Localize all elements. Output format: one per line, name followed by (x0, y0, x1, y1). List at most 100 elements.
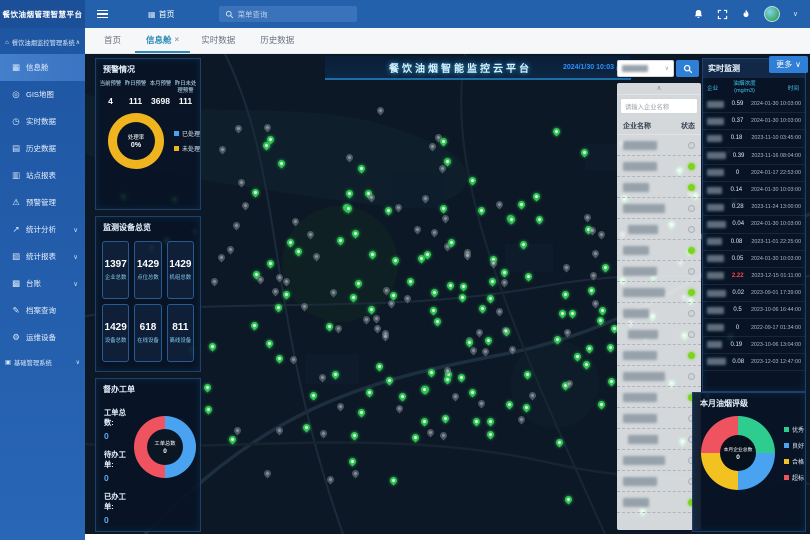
tab-close-icon[interactable]: × (175, 35, 180, 44)
map-marker-online[interactable] (521, 403, 531, 413)
map-marker-online[interactable] (587, 286, 597, 296)
map-marker-online[interactable] (488, 276, 498, 286)
map-marker-offline[interactable] (256, 275, 266, 285)
map-marker-offline[interactable] (209, 276, 219, 286)
map-marker-offline[interactable] (477, 398, 487, 408)
sidebar-item[interactable]: ▦ 信息舱 (0, 54, 85, 81)
collapse-arrow-icon[interactable]: ∧ (617, 83, 701, 95)
sidebar-item[interactable]: ⚙ 运维设备 (0, 324, 85, 351)
map-marker-offline[interactable] (233, 426, 243, 436)
map-marker-online[interactable] (517, 199, 527, 209)
realtime-row[interactable]: 0.14 2024-01-30 10:03:00 (703, 182, 805, 199)
realtime-row[interactable]: 0.19 2023-10-06 13:04:00 (703, 337, 805, 354)
map-marker-online[interactable] (507, 214, 517, 224)
sidebar-item[interactable]: ✎ 档案查询 (0, 297, 85, 324)
map-marker-offline[interactable] (289, 354, 299, 364)
sidebar-item[interactable]: ▧ 统计报表 ∨ (0, 243, 85, 270)
map-marker-offline[interactable] (236, 177, 246, 187)
map-marker-offline[interactable] (312, 252, 322, 262)
sidebar-section-base-system[interactable]: ▣ 基础管理系统 ∨ (0, 351, 85, 374)
map-marker-offline[interactable] (233, 124, 243, 134)
map-marker-online[interactable] (597, 306, 607, 316)
map-marker-offline[interactable] (528, 391, 538, 401)
map-marker-online[interactable] (429, 288, 439, 298)
map-marker-online[interactable] (367, 250, 377, 260)
user-avatar[interactable] (764, 6, 780, 22)
device-stat-box[interactable]: 1429 设备总数 (102, 304, 129, 362)
map-marker-offline[interactable] (372, 313, 382, 323)
map-marker-offline[interactable] (402, 294, 412, 304)
company-row[interactable] (617, 492, 701, 513)
map-marker-online[interactable] (427, 367, 437, 377)
map-marker-online[interactable] (324, 322, 334, 332)
map-marker-offline[interactable] (281, 277, 291, 287)
map-marker-online[interactable] (308, 391, 318, 401)
map-marker-offline[interactable] (318, 372, 328, 382)
map-marker-offline[interactable] (591, 298, 601, 308)
company-row[interactable] (617, 261, 701, 282)
realtime-row[interactable]: 0.5 2023-10-06 16:44:00 (703, 302, 805, 319)
map-marker-offline[interactable] (241, 201, 251, 211)
map-marker-offline[interactable] (394, 403, 404, 413)
map-marker-online[interactable] (293, 247, 303, 257)
company-row[interactable] (617, 408, 701, 429)
map-marker-online[interactable] (477, 205, 487, 215)
map-marker-online[interactable] (385, 375, 395, 385)
breadcrumb[interactable]: ▦ 首页 (148, 9, 175, 20)
map-marker-online[interactable] (203, 382, 213, 392)
map-marker-online[interactable] (249, 321, 259, 331)
company-select-dropdown[interactable]: ∨ (617, 60, 674, 77)
sidebar-item[interactable]: ◷ 实时数据 (0, 108, 85, 135)
realtime-row[interactable]: 0.37 2024-01-30 10:03:00 (703, 113, 805, 130)
map-marker-offline[interactable] (563, 327, 573, 337)
sidebar-item[interactable]: ▤ 历史数据 (0, 135, 85, 162)
company-row[interactable] (617, 345, 701, 366)
map-marker-offline[interactable] (588, 271, 598, 281)
map-marker-online[interactable] (563, 495, 573, 505)
map-marker-online[interactable] (432, 317, 442, 327)
map-marker-online[interactable] (600, 263, 610, 273)
map-marker-online[interactable] (428, 306, 438, 316)
realtime-row[interactable]: 0.04 2024-01-30 10:03:00 (703, 216, 805, 233)
map-marker-online[interactable] (457, 373, 467, 383)
map-marker-online[interactable] (286, 237, 296, 247)
map-marker-online[interactable] (596, 316, 606, 326)
sidebar-item[interactable]: ▥ 站点报表 (0, 162, 85, 189)
device-stat-box[interactable]: 1397 企业总数 (102, 241, 129, 299)
map-marker-online[interactable] (398, 391, 408, 401)
map-marker-online[interactable] (384, 205, 394, 215)
company-row[interactable] (617, 303, 701, 324)
device-stat-box[interactable]: 618 在线设备 (134, 304, 161, 362)
map-marker-offline[interactable] (263, 123, 273, 133)
sidebar-item[interactable]: ⚠ 预警管理 (0, 189, 85, 216)
realtime-row[interactable]: 0.18 2023-11-10 03:45:00 (703, 130, 805, 147)
company-row[interactable] (617, 471, 701, 492)
map-marker-offline[interactable] (429, 227, 439, 237)
map-marker-offline[interactable] (440, 214, 450, 224)
more-button[interactable]: 更多 ∨ (769, 56, 808, 73)
map-marker-online[interactable] (331, 369, 341, 379)
map-marker-offline[interactable] (475, 328, 485, 338)
map-marker-online[interactable] (203, 404, 213, 414)
realtime-row[interactable]: 0.59 2024-01-30 10:03:00 (703, 96, 805, 113)
realtime-row[interactable]: 2.22 2023-12-15 01:11:00 (703, 268, 805, 285)
map-marker-online[interactable] (478, 304, 488, 314)
map-marker-offline[interactable] (501, 325, 511, 335)
map-marker-offline[interactable] (420, 193, 430, 203)
map-marker-offline[interactable] (271, 287, 281, 297)
map-marker-online[interactable] (419, 416, 429, 426)
map-marker-offline[interactable] (275, 425, 285, 435)
company-row[interactable] (617, 177, 701, 198)
map-marker-online[interactable] (605, 342, 615, 352)
map-marker-online[interactable] (276, 159, 286, 169)
map-marker-online[interactable] (391, 256, 401, 266)
map-marker-offline[interactable] (232, 221, 242, 231)
device-stat-box[interactable]: 1429 机组总数 (167, 241, 194, 299)
company-row[interactable] (617, 156, 701, 177)
map-marker-online[interactable] (353, 279, 363, 289)
company-row[interactable] (617, 429, 701, 450)
map-marker-online[interactable] (486, 429, 496, 439)
map-marker-online[interactable] (568, 308, 578, 318)
map-marker-online[interactable] (266, 259, 276, 269)
map-marker-offline[interactable] (326, 474, 336, 484)
